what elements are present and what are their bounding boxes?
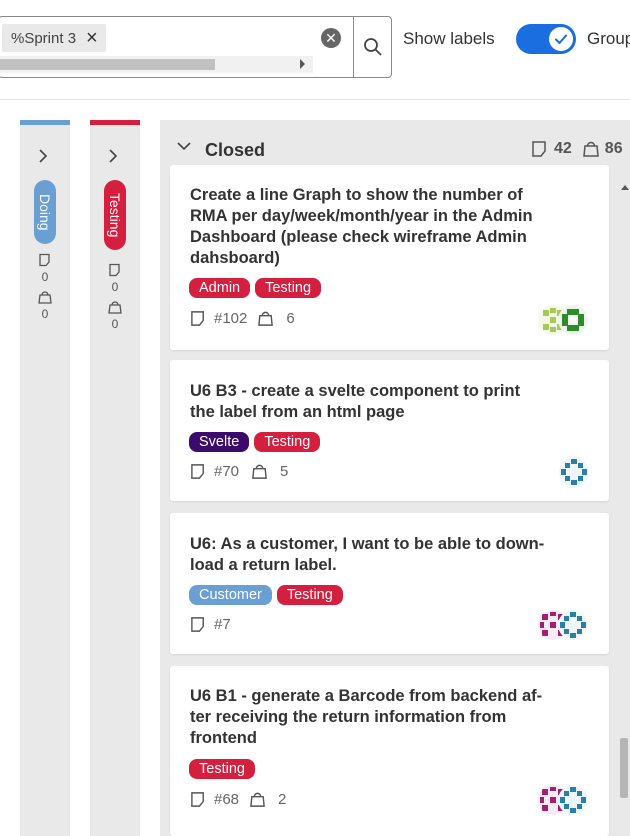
issue-icon (191, 464, 204, 479)
issue-card[interactable]: U6: As a customer, I want to be able to … (170, 513, 609, 654)
board-toolbar: %Sprint 3 × ✕ Show labels Group (0, 0, 630, 100)
card-tags: Testing (189, 759, 260, 779)
issue-icon (109, 263, 120, 277)
card-meta: #68 2 (190, 791, 286, 808)
filter-search-box[interactable]: %Sprint 3 × ✕ (0, 16, 392, 78)
group-label: Group (587, 29, 630, 48)
scrollbar-thumb[interactable] (0, 59, 215, 70)
issue-count: 0 (41, 270, 49, 284)
show-labels-toggle[interactable] (516, 24, 576, 54)
scroll-up-icon[interactable] (621, 185, 629, 190)
issue-icon (191, 792, 204, 807)
card-title[interactable]: U6 B3 - create a svelte component to pri… (190, 381, 520, 423)
column-closed: Closed 42 86 Create a line Graph to show… (160, 120, 630, 836)
issue-weight: 5 (280, 463, 289, 480)
show-labels-label: Show labels (403, 29, 495, 48)
weight-icon (252, 464, 267, 479)
board-app: %Sprint 3 × ✕ Show labels Group Doing 0 … (0, 0, 630, 836)
issue-number: #68 (214, 791, 240, 808)
card-meta: #7 (190, 616, 231, 633)
check-icon (555, 34, 567, 44)
issue-card[interactable]: U6 B3 - create a svelte component to pri… (170, 360, 609, 501)
issue-number: #102 (214, 310, 248, 327)
assignee-avatars (538, 305, 588, 335)
filter-chip-sprint[interactable]: %Sprint 3 × (2, 24, 106, 52)
weight-icon (250, 792, 265, 807)
tag-label[interactable]: Admin (189, 278, 251, 298)
weight-icon (582, 141, 599, 157)
issue-icon (532, 141, 546, 157)
column-label-doing: Doing (34, 180, 56, 244)
card-title[interactable]: U6 B1 - generate a Barcode from backend … (190, 686, 542, 749)
issue-card[interactable]: Create a line Graph to show the number o… (170, 165, 609, 350)
search-button[interactable] (353, 17, 392, 77)
assignee-avatars (538, 610, 588, 640)
tag-label[interactable]: Customer (189, 585, 272, 605)
issue-weight: 6 (286, 310, 295, 327)
chevron-down-icon[interactable] (176, 138, 192, 159)
tag-label[interactable]: Testing (255, 278, 322, 298)
avatar[interactable] (558, 305, 588, 335)
column-closed-stats: 42 86 (531, 140, 623, 158)
tag-label[interactable]: Testing (254, 432, 321, 452)
issue-number: #7 (214, 616, 231, 633)
issue-icon (191, 311, 204, 326)
clear-search-icon[interactable]: ✕ (321, 28, 341, 48)
card-tags: Customer Testing (189, 585, 348, 605)
chevron-right-icon[interactable] (106, 145, 120, 167)
avatar[interactable] (558, 785, 588, 815)
issue-icon (191, 617, 204, 632)
weight-count: 0 (41, 307, 49, 321)
issue-card[interactable]: U6 B1 - generate a Barcode from backend … (170, 666, 609, 836)
card-meta: #102 6 (190, 310, 295, 327)
column-doing-stats: 0 0 (34, 253, 56, 321)
issue-count: 0 (111, 280, 119, 294)
filter-chip-label: %Sprint 3 (11, 29, 77, 47)
issue-icon (39, 253, 50, 267)
avatar[interactable] (558, 610, 588, 640)
issue-count: 42 (554, 140, 572, 157)
chevron-right-icon[interactable] (36, 145, 50, 167)
scrollbar-thumb[interactable] (620, 738, 628, 798)
column-testing-collapsed[interactable]: Testing 0 0 (90, 120, 140, 836)
close-icon[interactable]: × (86, 28, 98, 48)
issue-number: #70 (214, 463, 240, 480)
weight-icon (258, 311, 274, 326)
vertical-scrollbar[interactable] (618, 180, 630, 836)
toggle-knob (549, 27, 573, 51)
tag-label[interactable]: Testing (276, 585, 343, 605)
assignee-avatars (538, 785, 588, 815)
weight-icon (108, 301, 122, 314)
card-tags: Svelte Testing (189, 432, 325, 452)
weight-count: 0 (111, 317, 119, 331)
search-icon (364, 38, 382, 56)
card-meta: #70 5 (190, 463, 288, 480)
column-title: Closed (205, 140, 266, 160)
weight-icon (38, 291, 52, 304)
horizontal-scrollbar[interactable] (0, 56, 313, 73)
column-doing-collapsed[interactable]: Doing 0 0 (20, 120, 70, 836)
column-testing-stats: 0 0 (104, 263, 126, 331)
tag-label[interactable]: Testing (189, 759, 255, 779)
tag-label[interactable]: Svelte (189, 432, 250, 452)
avatar[interactable] (559, 457, 589, 487)
card-title[interactable]: Create a line Graph to show the number o… (190, 185, 533, 269)
issue-weight: 2 (278, 791, 287, 808)
assignee-avatars (559, 457, 589, 487)
card-tags: Admin Testing (189, 278, 326, 298)
card-title[interactable]: U6: As a customer, I want to be able to … (190, 534, 544, 576)
scroll-right-icon[interactable] (300, 59, 305, 69)
weight-count: 86 (604, 140, 623, 157)
column-label-testing: Testing (104, 180, 126, 250)
